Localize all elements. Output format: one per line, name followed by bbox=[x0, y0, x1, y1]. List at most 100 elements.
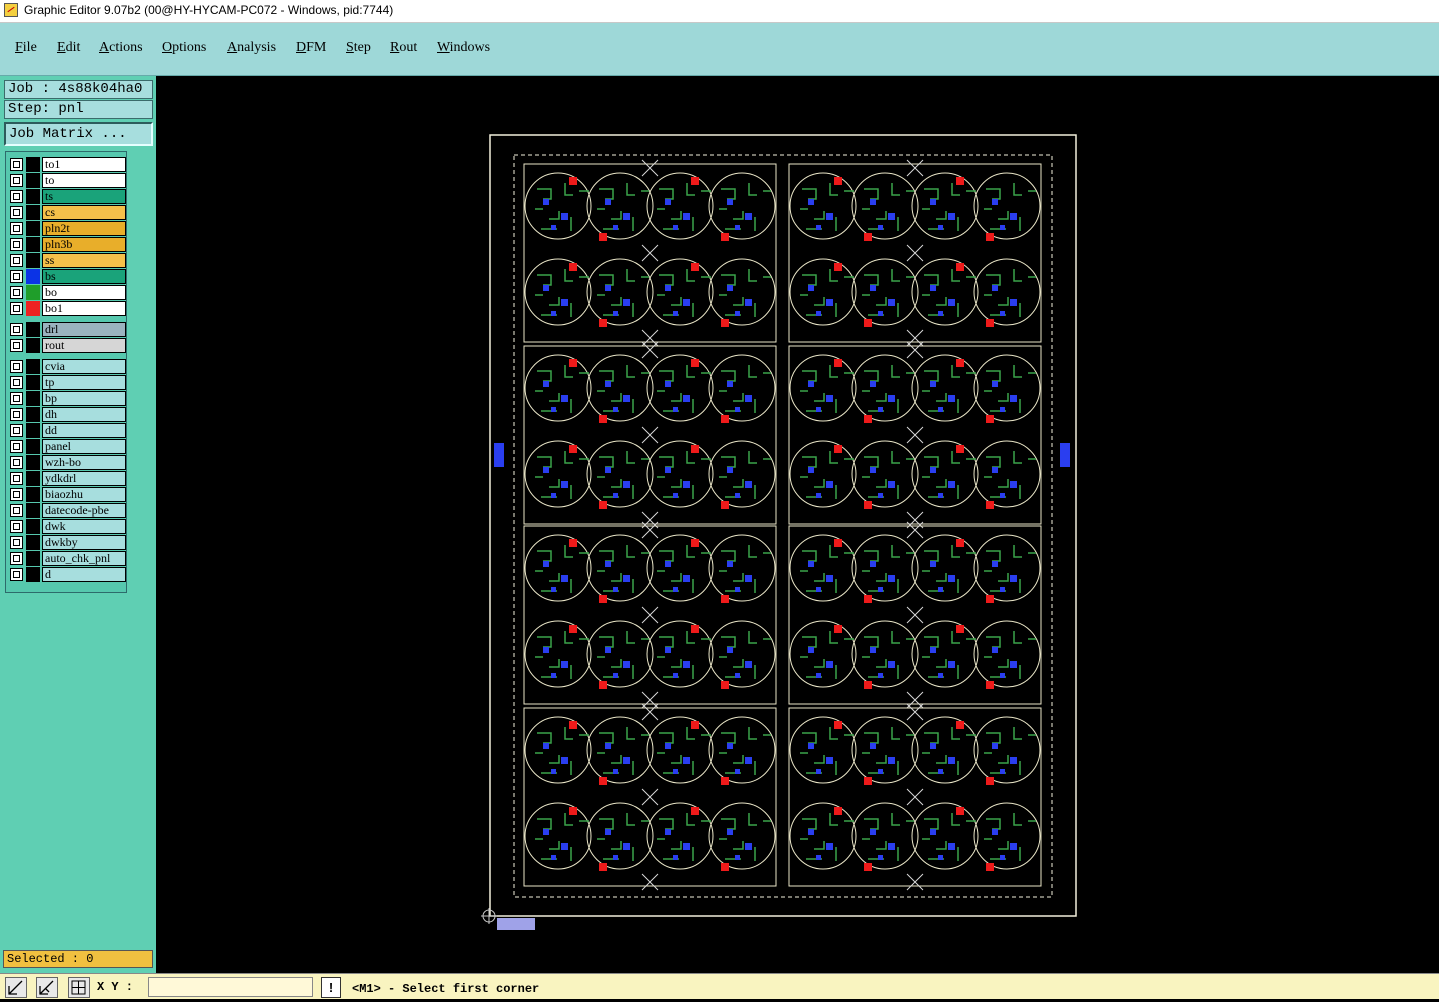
layer-checkbox[interactable] bbox=[10, 254, 23, 267]
layer-checkbox[interactable] bbox=[10, 222, 23, 235]
layer-color-swatch[interactable] bbox=[26, 221, 40, 236]
menu-edit[interactable]: Edit bbox=[57, 40, 80, 56]
layer-checkbox[interactable] bbox=[10, 520, 23, 533]
layer-row-rout[interactable]: rout bbox=[10, 338, 126, 353]
layer-row-bo[interactable]: bo bbox=[10, 285, 126, 300]
layer-color-swatch[interactable] bbox=[26, 423, 40, 438]
layer-checkbox[interactable] bbox=[10, 339, 23, 352]
layer-checkbox[interactable] bbox=[10, 552, 23, 565]
graphic-canvas[interactable] bbox=[156, 76, 1439, 973]
layer-row-wzh-bo[interactable]: wzh-bo bbox=[10, 455, 126, 470]
layer-row-bs[interactable]: bs bbox=[10, 269, 126, 284]
layer-checkbox[interactable] bbox=[10, 504, 23, 517]
layer-row-tp[interactable]: tp bbox=[10, 375, 126, 390]
layer-color-swatch[interactable] bbox=[26, 551, 40, 566]
layer-name[interactable]: wzh-bo bbox=[42, 455, 126, 470]
layer-color-swatch[interactable] bbox=[26, 157, 40, 172]
layer-row-ts[interactable]: ts bbox=[10, 189, 126, 204]
layer-row-auto-chk-pnl[interactable]: auto_chk_pnl bbox=[10, 551, 126, 566]
layer-checkbox[interactable] bbox=[10, 206, 23, 219]
layer-row-panel[interactable]: panel bbox=[10, 439, 126, 454]
menu-analysis[interactable]: Analysis bbox=[227, 40, 276, 56]
layer-row-dwk[interactable]: dwk bbox=[10, 519, 126, 534]
menu-dfm[interactable]: DFM bbox=[296, 40, 326, 56]
info-button[interactable]: ! bbox=[321, 977, 341, 998]
layer-color-swatch[interactable] bbox=[26, 285, 40, 300]
layer-checkbox[interactable] bbox=[10, 424, 23, 437]
layer-checkbox[interactable] bbox=[10, 238, 23, 251]
layer-color-swatch[interactable] bbox=[26, 189, 40, 204]
xy-input[interactable] bbox=[148, 977, 313, 997]
menu-options[interactable]: Options bbox=[162, 40, 206, 56]
menu-rout[interactable]: Rout bbox=[390, 40, 417, 56]
layer-name[interactable]: datecode-pbe bbox=[42, 503, 126, 518]
layer-name[interactable]: to bbox=[42, 173, 126, 188]
layer-checkbox[interactable] bbox=[10, 488, 23, 501]
layer-color-swatch[interactable] bbox=[26, 237, 40, 252]
layer-row-cvia[interactable]: cvia bbox=[10, 359, 126, 374]
menu-windows[interactable]: Windows bbox=[437, 40, 490, 56]
menu-file[interactable]: File bbox=[15, 40, 37, 56]
layer-name[interactable]: drl bbox=[42, 322, 126, 337]
layer-color-swatch[interactable] bbox=[26, 487, 40, 502]
zoom-tool-icon[interactable] bbox=[5, 977, 27, 998]
layer-color-swatch[interactable] bbox=[26, 471, 40, 486]
layer-checkbox[interactable] bbox=[10, 440, 23, 453]
job-matrix-button[interactable]: Job Matrix ... bbox=[4, 122, 153, 146]
layer-color-swatch[interactable] bbox=[26, 301, 40, 316]
layer-row-to1[interactable]: to1 bbox=[10, 157, 126, 172]
layer-name[interactable]: to1 bbox=[42, 157, 126, 172]
layer-name[interactable]: biaozhu bbox=[42, 487, 126, 502]
layer-name[interactable]: dh bbox=[42, 407, 126, 422]
layer-name[interactable]: dwk bbox=[42, 519, 126, 534]
layer-checkbox[interactable] bbox=[10, 190, 23, 203]
layer-color-swatch[interactable] bbox=[26, 391, 40, 406]
layer-name[interactable]: ts bbox=[42, 189, 126, 204]
layer-row-drl[interactable]: drl bbox=[10, 322, 126, 337]
layer-color-swatch[interactable] bbox=[26, 359, 40, 374]
layer-checkbox[interactable] bbox=[10, 472, 23, 485]
layer-checkbox[interactable] bbox=[10, 360, 23, 373]
layer-color-swatch[interactable] bbox=[26, 407, 40, 422]
layer-color-swatch[interactable] bbox=[26, 455, 40, 470]
layer-checkbox[interactable] bbox=[10, 456, 23, 469]
layer-row-datecode-pbe[interactable]: datecode-pbe bbox=[10, 503, 126, 518]
layer-name[interactable]: ss bbox=[42, 253, 126, 268]
layer-color-swatch[interactable] bbox=[26, 322, 40, 337]
layer-checkbox[interactable] bbox=[10, 568, 23, 581]
layer-checkbox[interactable] bbox=[10, 323, 23, 336]
layer-color-swatch[interactable] bbox=[26, 205, 40, 220]
layer-name[interactable]: dd bbox=[42, 423, 126, 438]
layer-name[interactable]: bo bbox=[42, 285, 126, 300]
layer-row-pln3b[interactable]: pln3b bbox=[10, 237, 126, 252]
layer-color-swatch[interactable] bbox=[26, 567, 40, 582]
layer-row-dd[interactable]: dd bbox=[10, 423, 126, 438]
layer-row-biaozhu[interactable]: biaozhu bbox=[10, 487, 126, 502]
layer-color-swatch[interactable] bbox=[26, 535, 40, 550]
snap-grid-icon[interactable] bbox=[68, 977, 90, 998]
layer-checkbox[interactable] bbox=[10, 270, 23, 283]
layer-color-swatch[interactable] bbox=[26, 338, 40, 353]
layer-color-swatch[interactable] bbox=[26, 439, 40, 454]
layer-color-swatch[interactable] bbox=[26, 503, 40, 518]
layer-row-dh[interactable]: dh bbox=[10, 407, 126, 422]
layer-row-pln2t[interactable]: pln2t bbox=[10, 221, 126, 236]
layer-name[interactable]: pln3b bbox=[42, 237, 126, 252]
layer-name[interactable]: cvia bbox=[42, 359, 126, 374]
layer-name[interactable]: pln2t bbox=[42, 221, 126, 236]
layer-color-swatch[interactable] bbox=[26, 173, 40, 188]
layer-color-swatch[interactable] bbox=[26, 519, 40, 534]
layer-name[interactable]: ydkdrl bbox=[42, 471, 126, 486]
layer-name[interactable]: auto_chk_pnl bbox=[42, 551, 126, 566]
layer-color-swatch[interactable] bbox=[26, 269, 40, 284]
layer-color-swatch[interactable] bbox=[26, 253, 40, 268]
layer-row-ydkdrl[interactable]: ydkdrl bbox=[10, 471, 126, 486]
layer-row-d[interactable]: d bbox=[10, 567, 126, 582]
menu-actions[interactable]: Actions bbox=[99, 40, 143, 56]
layer-name[interactable]: cs bbox=[42, 205, 126, 220]
layer-color-swatch[interactable] bbox=[26, 375, 40, 390]
measure-tool-icon[interactable] bbox=[36, 977, 58, 998]
layer-name[interactable]: panel bbox=[42, 439, 126, 454]
menu-step[interactable]: Step bbox=[346, 40, 371, 56]
layer-checkbox[interactable] bbox=[10, 408, 23, 421]
